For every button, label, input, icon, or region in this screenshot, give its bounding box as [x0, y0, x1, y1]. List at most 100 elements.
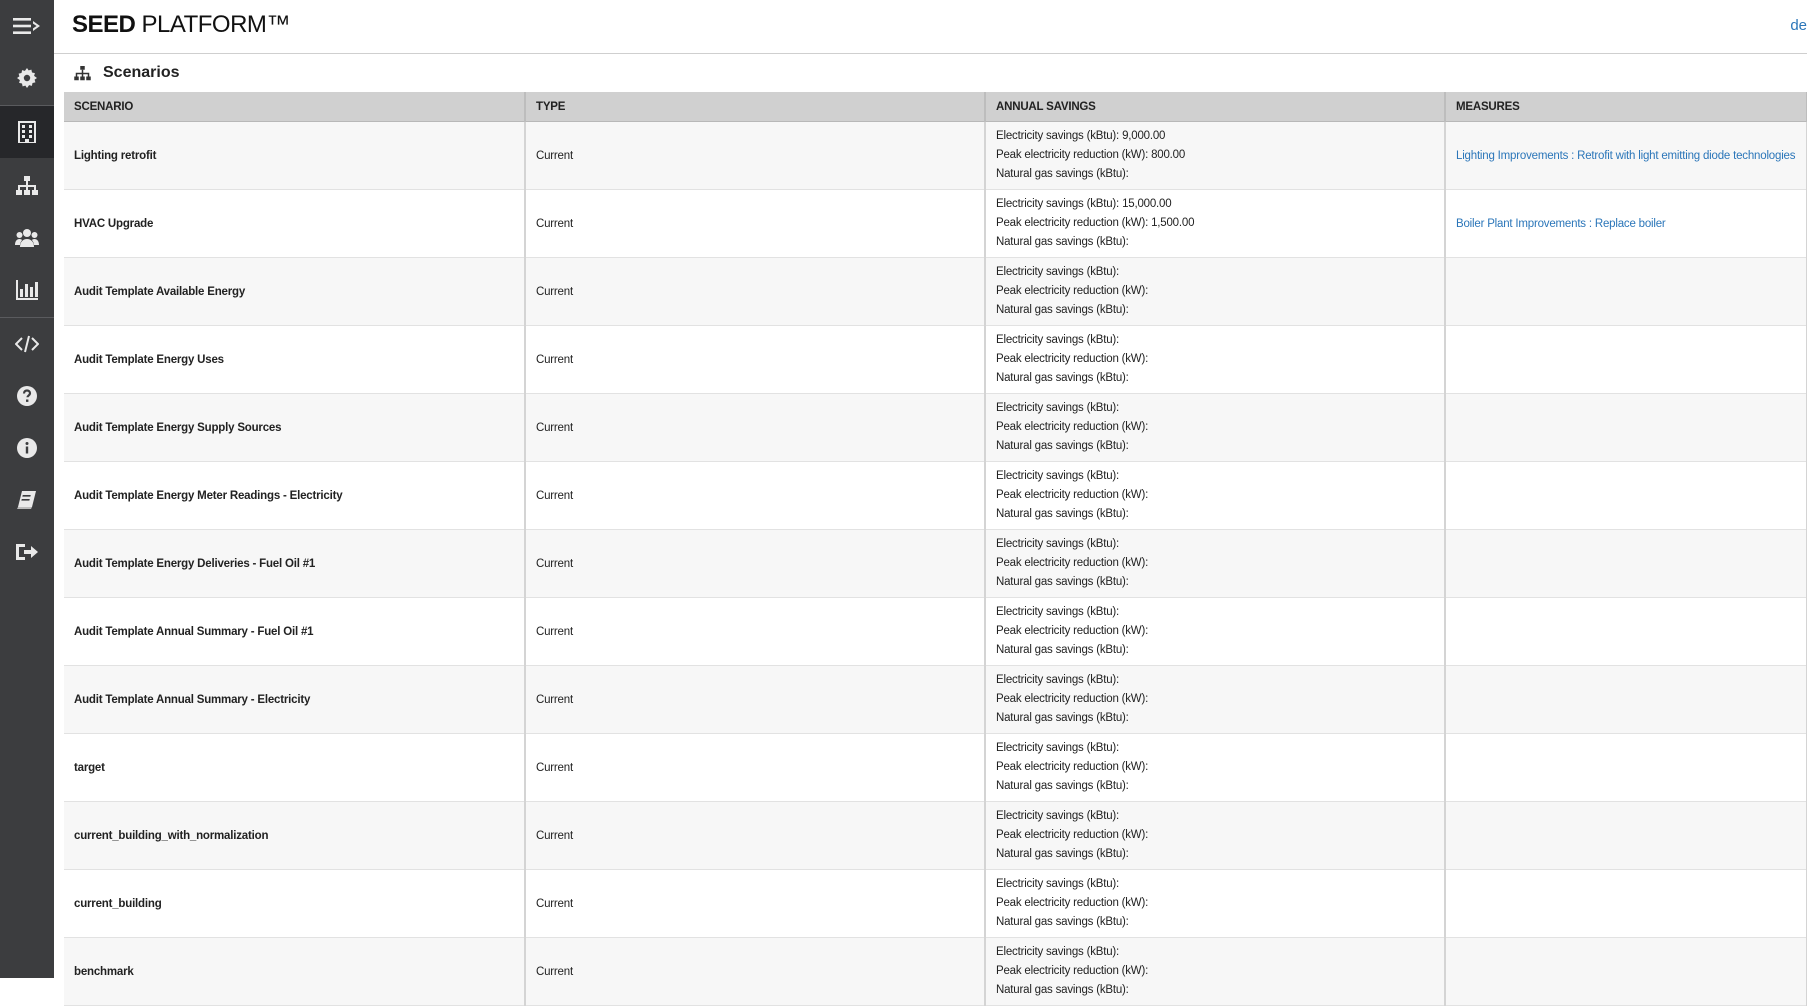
scenario-type: Current: [525, 189, 986, 258]
bar-chart-icon[interactable]: [0, 264, 54, 316]
annual-savings-cell: Electricity savings (kBtu): Peak electri…: [985, 393, 1446, 462]
peak-reduction-label: Peak electricity reduction (kW):: [996, 965, 1149, 977]
gear-icon[interactable]: [0, 52, 54, 104]
table-row: Audit Template Energy Meter Readings - E…: [64, 461, 1807, 530]
scenario-name: Audit Template Annual Summary - Electric…: [64, 665, 526, 734]
scenario-type: Current: [525, 121, 986, 190]
scenario-type: Current: [525, 325, 986, 394]
gas-savings-label: Natural gas savings (kBtu):: [996, 780, 1129, 792]
table-row: Audit Template Annual Summary - Electric…: [64, 665, 1807, 734]
electricity-savings-label: Electricity savings (kBtu):: [996, 198, 1120, 210]
scenario-type: Current: [525, 869, 986, 938]
measure-link[interactable]: Lighting Improvements : Retrofit with li…: [1456, 150, 1795, 162]
scenario-name: current_building: [64, 869, 526, 938]
gas-savings: Natural gas savings (kBtu):: [996, 165, 1434, 184]
electricity-savings-label: Electricity savings (kBtu):: [996, 470, 1120, 482]
gas-savings-label: Natural gas savings (kBtu):: [996, 576, 1129, 588]
user-menu-link[interactable]: de: [1790, 17, 1807, 34]
peak-reduction: Peak electricity reduction (kW):: [996, 350, 1434, 369]
measures-cell: Boiler Plant Improvements : Replace boil…: [1445, 189, 1807, 258]
measures-cell: [1445, 733, 1807, 802]
peak-reduction-label: Peak electricity reduction (kW):: [996, 489, 1149, 501]
gas-savings-label: Natural gas savings (kBtu):: [996, 304, 1129, 316]
book-icon[interactable]: [0, 474, 54, 526]
peak-reduction-label: Peak electricity reduction (kW):: [996, 897, 1149, 909]
electricity-savings-label: Electricity savings (kBtu):: [996, 810, 1120, 822]
measures-cell: [1445, 461, 1807, 530]
peak-reduction: Peak electricity reduction (kW):: [996, 622, 1434, 641]
peak-reduction: Peak electricity reduction (kW):: [996, 690, 1434, 709]
peak-reduction-label: Peak electricity reduction (kW):: [996, 285, 1149, 297]
sign-out-icon[interactable]: [0, 526, 54, 578]
scenario-name: Audit Template Available Energy: [64, 257, 526, 326]
peak-reduction-label: Peak electricity reduction (kW):: [996, 625, 1149, 637]
brand-logo[interactable]: SEED PLATFORM™: [72, 11, 290, 39]
table-row: Lighting retrofit Current Electricity savi…: [64, 121, 1807, 190]
column-header-type[interactable]: TYPE: [525, 92, 986, 122]
peak-reduction: Peak electricity reduction (kW):: [996, 282, 1434, 301]
building-icon[interactable]: [0, 106, 54, 158]
table-row: HVAC Upgrade Current Electricity savings (…: [64, 189, 1807, 258]
gas-savings: Natural gas savings (kBtu):: [996, 505, 1434, 524]
measure-link[interactable]: Boiler Plant Improvements : Replace boil…: [1456, 218, 1666, 230]
column-header-measures[interactable]: MEASURES: [1445, 92, 1807, 122]
scenario-name: HVAC Upgrade: [64, 189, 526, 258]
gas-savings: Natural gas savings (kBtu):: [996, 301, 1434, 320]
code-icon[interactable]: [0, 318, 54, 370]
table-row: Audit Template Energy Uses Current Electri…: [64, 325, 1807, 394]
electricity-savings: Electricity savings (kBtu): 15,000.00: [996, 195, 1434, 214]
table-row: current_building_with_normalization Curre…: [64, 801, 1807, 870]
electricity-savings-value: 15,000.00: [1122, 198, 1172, 210]
table-row: benchmark Current Electricity savings (kBt…: [64, 937, 1807, 1006]
scenario-type: Current: [525, 665, 986, 734]
scenario-name: Audit Template Energy Deliveries - Fuel …: [64, 529, 526, 598]
electricity-savings-label: Electricity savings (kBtu):: [996, 334, 1120, 346]
section-header: Scenarios: [54, 54, 1807, 92]
peak-reduction-label: Peak electricity reduction (kW):: [996, 421, 1149, 433]
electricity-savings-value: 9,000.00: [1122, 130, 1166, 142]
annual-savings-cell: Electricity savings (kBtu): 9,000.00 Peak…: [985, 121, 1446, 190]
gas-savings-label: Natural gas savings (kBtu):: [996, 372, 1129, 384]
measures-cell: [1445, 801, 1807, 870]
peak-reduction: Peak electricity reduction (kW):: [996, 826, 1434, 845]
scenario-type: Current: [525, 937, 986, 1006]
gas-savings-label: Natural gas savings (kBtu):: [996, 508, 1129, 520]
gas-savings: Natural gas savings (kBtu):: [996, 573, 1434, 592]
gas-savings: Natural gas savings (kBtu):: [996, 437, 1434, 456]
measures-cell: [1445, 393, 1807, 462]
top-bar: SEED PLATFORM™ de: [54, 0, 1807, 54]
electricity-savings-label: Electricity savings (kBtu):: [996, 402, 1120, 414]
table-row: Audit Template Available Energy Current El…: [64, 257, 1807, 326]
table-row: Audit Template Annual Summary - Fuel Oil…: [64, 597, 1807, 666]
brand-suffix: PLATFORM™: [135, 11, 291, 38]
gas-savings-label: Natural gas savings (kBtu):: [996, 644, 1129, 656]
table-header-row: SCENARIO TYPE ANNUAL SAVINGS MEASURES: [64, 92, 1807, 122]
peak-reduction-label: Peak electricity reduction (kW):: [996, 217, 1149, 229]
electricity-savings: Electricity savings (kBtu):: [996, 943, 1434, 962]
annual-savings-cell: Electricity savings (kBtu): Peak electri…: [985, 801, 1446, 870]
electricity-savings: Electricity savings (kBtu):: [996, 263, 1434, 282]
users-icon[interactable]: [0, 212, 54, 264]
electricity-savings-label: Electricity savings (kBtu):: [996, 130, 1120, 142]
page-title: Scenarios: [103, 64, 180, 81]
info-icon[interactable]: [0, 422, 54, 474]
sitemap-icon: [74, 65, 91, 80]
table-row: Audit Template Energy Deliveries - Fuel …: [64, 529, 1807, 598]
peak-reduction: Peak electricity reduction (kW):: [996, 758, 1434, 777]
column-header-scenario[interactable]: SCENARIO: [64, 92, 526, 122]
gas-savings: Natural gas savings (kBtu):: [996, 709, 1434, 728]
peak-reduction: Peak electricity reduction (kW):: [996, 554, 1434, 573]
electricity-savings: Electricity savings (kBtu):: [996, 807, 1434, 826]
annual-savings-cell: Electricity savings (kBtu): Peak electri…: [985, 869, 1446, 938]
column-header-annual-savings[interactable]: ANNUAL SAVINGS: [985, 92, 1446, 122]
menu-toggle-icon[interactable]: [0, 0, 54, 52]
measures-cell: [1445, 869, 1807, 938]
scenario-type: Current: [525, 257, 986, 326]
scenario-name: Lighting retrofit: [64, 121, 526, 190]
annual-savings-cell: Electricity savings (kBtu): Peak electri…: [985, 597, 1446, 666]
electricity-savings-label: Electricity savings (kBtu):: [996, 878, 1120, 890]
sitemap-icon[interactable]: [0, 160, 54, 212]
help-icon[interactable]: [0, 370, 54, 422]
scenarios-table: SCENARIO TYPE ANNUAL SAVINGS MEASURES Li…: [64, 92, 1807, 1006]
measures-cell: [1445, 325, 1807, 394]
